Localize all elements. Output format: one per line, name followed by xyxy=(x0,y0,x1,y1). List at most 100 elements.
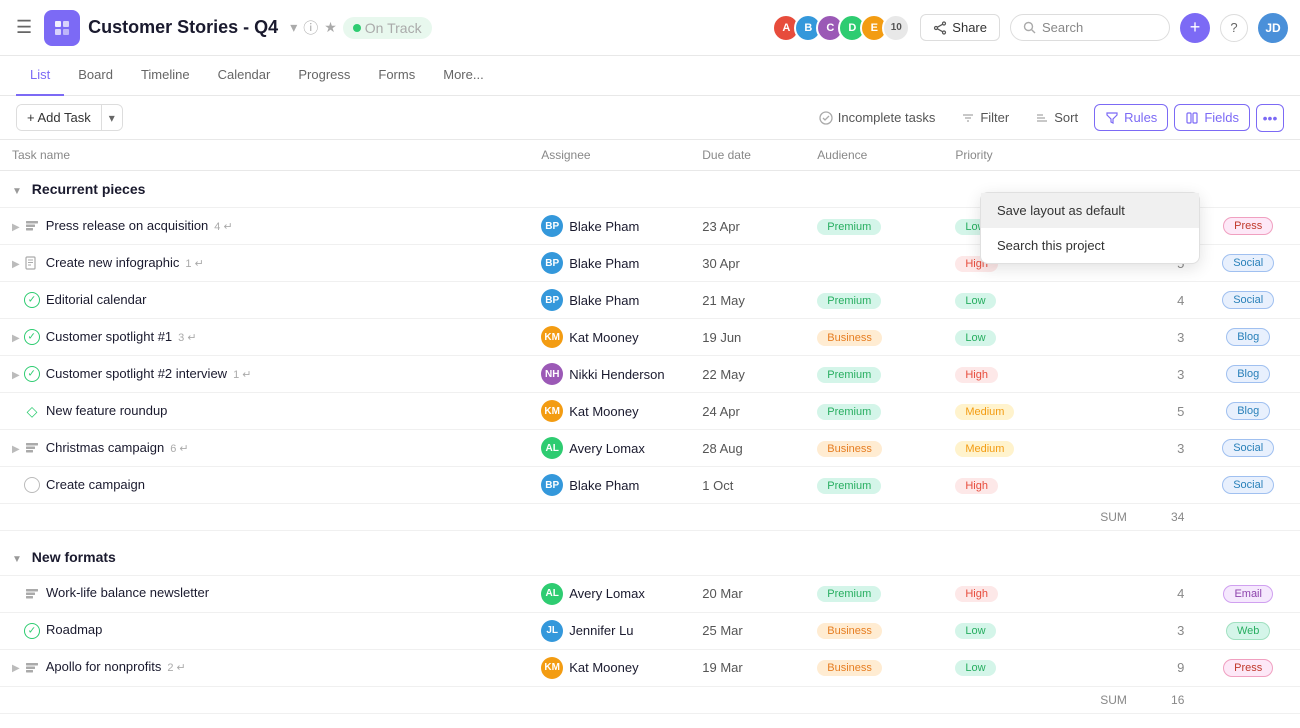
due-date-cell: 19 Jun xyxy=(690,319,805,356)
section-toggle[interactable]: ▼ xyxy=(12,186,22,197)
toolbar-right: Incomplete tasks Filter Sort Rules Field… xyxy=(809,104,1284,132)
help-button[interactable]: ? xyxy=(1220,14,1248,42)
table-row[interactable]: ▶Christmas campaign6 ↵ AL Avery Lomax 28… xyxy=(0,430,1300,467)
subtask-count: 4 ↵ xyxy=(214,221,232,233)
toolbar: + Add Task ▾ Incomplete tasks Filter Sor… xyxy=(0,96,1300,140)
menu-icon[interactable]: ☰ xyxy=(12,13,36,42)
assignee-name: Kat Mooney xyxy=(569,660,638,675)
col-header-num xyxy=(1139,140,1197,171)
audience-cell: Premium xyxy=(805,282,943,319)
incomplete-tasks-button[interactable]: Incomplete tasks xyxy=(809,105,946,130)
add-button[interactable]: + xyxy=(1180,13,1210,43)
task-name-cell: Create campaign xyxy=(0,467,529,504)
avatar-count[interactable]: 10 xyxy=(882,14,910,42)
table-row[interactable]: ▶Customer spotlight #13 ↵ KM Kat Mooney … xyxy=(0,319,1300,356)
tab-board[interactable]: Board xyxy=(64,56,127,96)
share-button[interactable]: Share xyxy=(920,14,1000,41)
table-row[interactable]: ▶ Customer spotlight #2 interview 1 ↵ NH N… xyxy=(0,356,1300,393)
task-name[interactable]: Work-life balance newsletter xyxy=(46,585,209,600)
tag-cell: Web xyxy=(1196,612,1300,649)
tab-calendar[interactable]: Calendar xyxy=(204,56,285,96)
filter-button[interactable]: Filter xyxy=(951,105,1019,130)
assignee-avatar: KM xyxy=(541,400,563,422)
assignee-cell: BP Blake Pham xyxy=(529,282,690,319)
dropdown-item-save-layout[interactable]: Save layout as default xyxy=(981,193,1199,228)
task-name[interactable]: Create new infographic xyxy=(46,255,180,270)
sum-empty xyxy=(0,504,1070,531)
row-expand-icon[interactable]: ▶ xyxy=(12,370,20,381)
multi-task-icon xyxy=(24,660,40,676)
task-name[interactable]: Customer spotlight #2 interview xyxy=(46,366,227,381)
dropdown-item-search-project[interactable]: Search this project xyxy=(981,228,1199,263)
table-row[interactable]: Roadmap JL Jennifer Lu 25 Mar Business L… xyxy=(0,612,1300,649)
section-toggle[interactable]: ▼ xyxy=(12,554,22,565)
sum-row: SUM 34 xyxy=(0,504,1300,531)
star-icon[interactable]: ★ xyxy=(324,19,337,36)
tab-timeline[interactable]: Timeline xyxy=(127,56,204,96)
tag-cell: Social xyxy=(1196,282,1300,319)
add-task-main[interactable]: + Add Task xyxy=(17,105,102,130)
row-expand-icon[interactable]: ▶ xyxy=(12,333,20,344)
col-header-due: Due date xyxy=(690,140,805,171)
tag-cell: Blog xyxy=(1196,393,1300,430)
assignee-cell: NH Nikki Henderson xyxy=(529,356,690,393)
multi-task-icon xyxy=(24,218,40,234)
empty-cell xyxy=(1070,356,1139,393)
table-row[interactable]: ◇New feature roundup KM Kat Mooney 24 Ap… xyxy=(0,393,1300,430)
tag-cell: Press xyxy=(1196,208,1300,245)
dropdown-icon[interactable]: ▾ xyxy=(290,19,297,36)
assignee-avatar: BP xyxy=(541,215,563,237)
tab-forms[interactable]: Forms xyxy=(364,56,429,96)
add-task-dropdown[interactable]: ▾ xyxy=(102,106,122,130)
assignee-avatar: KM xyxy=(541,326,563,348)
table-row[interactable]: ▶Apollo for nonprofits2 ↵ KM Kat Mooney … xyxy=(0,649,1300,686)
rules-button[interactable]: Rules xyxy=(1094,104,1168,131)
three-dots-button[interactable]: ••• xyxy=(1256,104,1284,132)
info-icon[interactable]: ⓘ xyxy=(303,17,318,38)
sum-empty xyxy=(0,686,1070,713)
multi-task-icon xyxy=(24,440,40,456)
task-name[interactable]: Customer spotlight #1 xyxy=(46,329,172,344)
task-name[interactable]: Christmas campaign xyxy=(46,440,165,455)
task-name[interactable]: Editorial calendar xyxy=(46,292,146,307)
tag-cell: Email xyxy=(1196,575,1300,612)
user-avatar[interactable]: JD xyxy=(1258,13,1288,43)
sort-button[interactable]: Sort xyxy=(1025,105,1088,130)
subtask-count: 1 ↵ xyxy=(185,258,203,270)
task-name[interactable]: New feature roundup xyxy=(46,403,167,418)
assignee-avatar: NH xyxy=(541,363,563,385)
priority-cell: High xyxy=(943,356,1070,393)
subtask-count: 6 ↵ xyxy=(170,443,188,455)
priority-cell: Low xyxy=(943,612,1070,649)
tag-cell: Social xyxy=(1196,430,1300,467)
topbar: ☰ Customer Stories - Q4 ▾ ⓘ ★ On Track A… xyxy=(0,0,1300,56)
tab-more[interactable]: More... xyxy=(429,56,497,96)
task-name[interactable]: Roadmap xyxy=(46,622,102,637)
empty-cell xyxy=(1070,575,1139,612)
table-row[interactable]: Work-life balance newsletter AL Avery Lo… xyxy=(0,575,1300,612)
tab-progress[interactable]: Progress xyxy=(284,56,364,96)
task-name[interactable]: Create campaign xyxy=(46,477,145,492)
row-expand-icon[interactable]: ▶ xyxy=(12,222,20,233)
assignee-name: Kat Mooney xyxy=(569,404,638,419)
tab-list[interactable]: List xyxy=(16,56,64,96)
task-name[interactable]: Apollo for nonprofits xyxy=(46,659,162,674)
search-box[interactable]: Search xyxy=(1010,14,1170,41)
audience-cell: Business xyxy=(805,612,943,649)
assignee-cell: AL Avery Lomax xyxy=(529,430,690,467)
assignee-name: Blake Pham xyxy=(569,256,639,271)
row-expand-icon[interactable]: ▶ xyxy=(12,663,20,674)
col-header-empty xyxy=(1070,140,1139,171)
task-name[interactable]: Press release on acquisition xyxy=(46,218,209,233)
table-row[interactable]: Create campaign BP Blake Pham 1 Oct Prem… xyxy=(0,467,1300,504)
subtask-count: 1 ↵ xyxy=(233,369,251,381)
table-row[interactable]: Editorial calendar BP Blake Pham 21 May … xyxy=(0,282,1300,319)
fields-button[interactable]: Fields xyxy=(1174,104,1250,131)
task-name-cell: Roadmap xyxy=(0,612,529,649)
num-cell: 3 xyxy=(1139,430,1197,467)
row-expand-icon[interactable]: ▶ xyxy=(12,259,20,270)
assignee-cell: KM Kat Mooney xyxy=(529,393,690,430)
project-title: Customer Stories - Q4 xyxy=(88,17,278,38)
diamond-icon: ◇ xyxy=(24,403,40,419)
row-expand-icon[interactable]: ▶ xyxy=(12,444,20,455)
